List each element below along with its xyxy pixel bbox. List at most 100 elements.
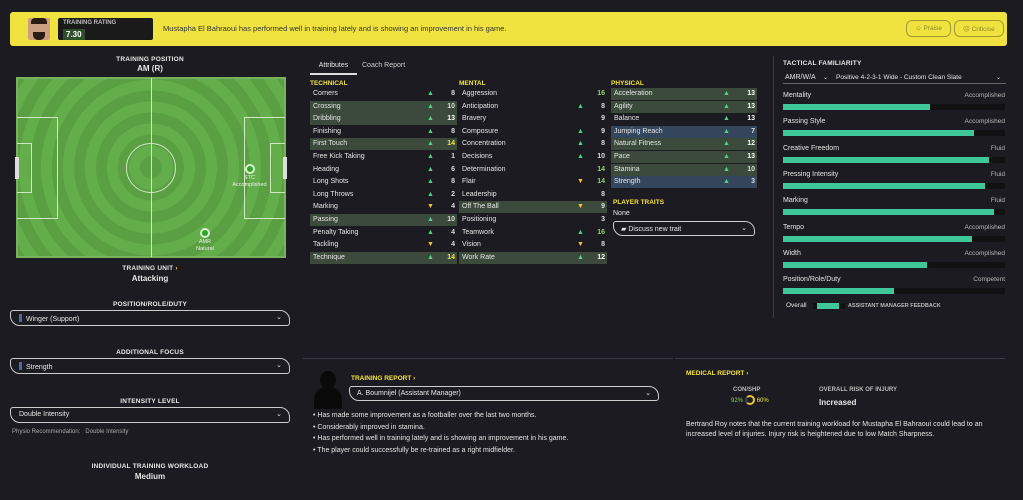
attribute-row[interactable]: Decisions ▲ 10 <box>459 151 607 163</box>
role-select[interactable]: AMR/W/A <box>785 74 816 81</box>
attribute-row[interactable]: Acceleration ▲ 13 <box>611 88 757 100</box>
attribute-row[interactable]: Tackling ▼ 4 <box>310 239 457 251</box>
attribute-name: Balance <box>614 115 640 123</box>
position-marker-stc[interactable] <box>245 164 255 174</box>
attribute-name: Long Throws <box>313 190 354 198</box>
attribute-name: Technique <box>313 253 345 261</box>
overall-bar <box>813 303 845 309</box>
arrow-up-icon: ▲ <box>427 190 434 198</box>
attribute-name: Leadership <box>462 190 497 198</box>
attribute-name: Long Shots <box>313 178 349 186</box>
discuss-trait-dropdown[interactable]: ▰ Discuss new trait ⌄ <box>613 221 755 236</box>
arrow-up-icon: ▲ <box>427 127 434 135</box>
medical-report-link[interactable]: MEDICAL REPORT › <box>686 370 748 377</box>
training-position-value: AM (R) <box>137 64 163 73</box>
chevron-down-icon: ⌄ <box>741 225 747 232</box>
attribute-row[interactable]: Aggression 16 <box>459 88 607 100</box>
mental-header: MENTAL <box>459 80 486 87</box>
attribute-row[interactable]: Pace ▲ 13 <box>611 151 757 163</box>
player-traits-value: None <box>613 210 630 217</box>
injury-risk-value: Increased <box>819 398 857 407</box>
intensity-dropdown[interactable]: Double Intensity ⌄ <box>10 407 290 423</box>
criticise-button[interactable]: ☹ Criticise <box>954 20 1004 37</box>
attribute-row[interactable]: Dribbling ▲ 13 <box>310 113 457 126</box>
attribute-row[interactable]: Agility ▲ 13 <box>611 100 757 113</box>
chevron-down-icon: ⌄ <box>276 314 282 321</box>
position-role-duty-dropdown[interactable]: Winger (Support) ⌄ <box>10 310 290 326</box>
attribute-name: Natural Fitness <box>614 140 662 148</box>
attribute-row[interactable]: Positioning 3 <box>459 214 607 226</box>
attribute-row[interactable]: Balance ▲ 13 <box>611 113 757 125</box>
sharpness-value: 60% <box>756 398 769 404</box>
attribute-name: Agility <box>614 102 633 110</box>
tab-attributes[interactable]: Attributes <box>310 60 357 75</box>
attribute-row[interactable]: Corners ▲ 8 <box>310 88 457 100</box>
report-bullet: • The player could successfully be re-tr… <box>313 446 515 454</box>
tab-coach-report[interactable]: Coach Report <box>362 62 405 69</box>
attribute-row[interactable]: Anticipation ▲ 8 <box>459 101 607 113</box>
position-marker-amr[interactable] <box>200 228 210 238</box>
attribute-row[interactable]: Marking ▼ 4 <box>310 201 457 213</box>
attribute-row[interactable]: Off The Ball ▼ 9 <box>459 201 607 214</box>
familiarity-bar <box>783 182 1005 189</box>
arrow-down-icon: ▼ <box>427 203 434 211</box>
attribute-row[interactable]: First Touch ▲ 14 <box>310 138 457 151</box>
training-unit-link[interactable]: TRAINING UNIT › <box>0 265 300 272</box>
attribute-name: Teamwork <box>462 228 494 236</box>
attribute-row[interactable]: Jumping Reach ▲ 7 <box>611 125 757 138</box>
familiarity-level: Accomplished <box>964 249 1005 257</box>
arrow-up-icon: ▲ <box>427 216 434 223</box>
attribute-value: 6 <box>451 165 455 173</box>
training-report-link[interactable]: TRAINING REPORT › <box>351 375 415 382</box>
familiarity-bar-fill <box>783 288 894 295</box>
attribute-row[interactable]: Determination 14 <box>459 164 607 176</box>
attribute-name: Strength <box>614 178 641 186</box>
attribute-row[interactable]: Natural Fitness ▲ 12 <box>611 138 757 151</box>
attribute-row[interactable]: Crossing ▲ 10 <box>310 100 457 113</box>
attribute-row[interactable]: Stamina ▲ 10 <box>611 163 757 176</box>
attribute-row[interactable]: Concentration ▲ 8 <box>459 138 607 150</box>
attribute-row[interactable]: Free Kick Taking ▲ 1 <box>310 151 457 163</box>
attribute-name: Decisions <box>462 153 493 160</box>
praise-label: Praise <box>923 25 942 32</box>
attribute-value: 3 <box>751 178 755 186</box>
chevron-down-icon: ⌄ <box>276 362 282 369</box>
attribute-row[interactable]: Composure ▲ 9 <box>459 126 607 138</box>
attribute-row[interactable]: Bravery 9 <box>459 113 607 125</box>
arrow-up-icon: ▲ <box>427 253 434 261</box>
pitch[interactable]: STC Accomplished AMR Natural <box>15 77 287 258</box>
attribute-name: Aggression <box>462 90 498 97</box>
arrow-up-icon: ▲ <box>427 102 434 110</box>
attribute-row[interactable]: Passing ▲ 10 <box>310 214 457 226</box>
attribute-value: 9 <box>601 115 605 123</box>
attribute-row[interactable]: Flair ▼ 14 <box>459 176 607 188</box>
attribute-row[interactable]: Work Rate ▲ 12 <box>459 251 607 264</box>
chevron-down-icon: ⌄ <box>996 75 1002 81</box>
additional-focus-dropdown[interactable]: Strength ⌄ <box>10 358 290 374</box>
attribute-row[interactable]: Leadership 8 <box>459 189 607 201</box>
training-position-label: TRAINING POSITION <box>116 56 184 63</box>
attribute-row[interactable]: Long Shots ▲ 8 <box>310 176 457 188</box>
familiarity-level: Accomplished <box>964 223 1005 231</box>
attribute-row[interactable]: Finishing ▲ 8 <box>310 126 457 138</box>
attribute-row[interactable]: Vision ▼ 8 <box>459 239 607 251</box>
attribute-value: 12 <box>747 140 755 148</box>
attribute-row[interactable]: Technique ▲ 14 <box>310 251 457 264</box>
attribute-value: 13 <box>747 90 755 97</box>
attribute-row[interactable]: Teamwork ▲ 16 <box>459 227 607 239</box>
attribute-name: Penalty Taking <box>313 228 359 236</box>
attribute-row[interactable]: Penalty Taking ▲ 4 <box>310 227 457 239</box>
coach-select-dropdown[interactable]: A. Boumnijel (Assistant Manager) ⌄ <box>349 386 659 401</box>
familiarity-name: Pressing Intensity <box>783 170 839 178</box>
attribute-value: 10 <box>447 102 455 110</box>
attribute-row[interactable]: Long Throws ▲ 2 <box>310 189 457 201</box>
attribute-row[interactable]: Heading ▲ 6 <box>310 164 457 176</box>
attribute-name: Crossing <box>313 102 341 110</box>
praise-button[interactable]: ☺ Praise <box>906 20 951 37</box>
player-traits-header: PLAYER TRAITS <box>613 199 665 206</box>
attribute-row[interactable]: Strength ▲ 3 <box>611 176 757 189</box>
tactic-select[interactable]: Positive 4-2-3-1 Wide - Custom Clean Sla… <box>836 74 962 81</box>
attribute-value: 8 <box>601 102 605 110</box>
familiarity-bar-fill <box>783 130 974 137</box>
attribute-name: Passing <box>313 216 338 223</box>
